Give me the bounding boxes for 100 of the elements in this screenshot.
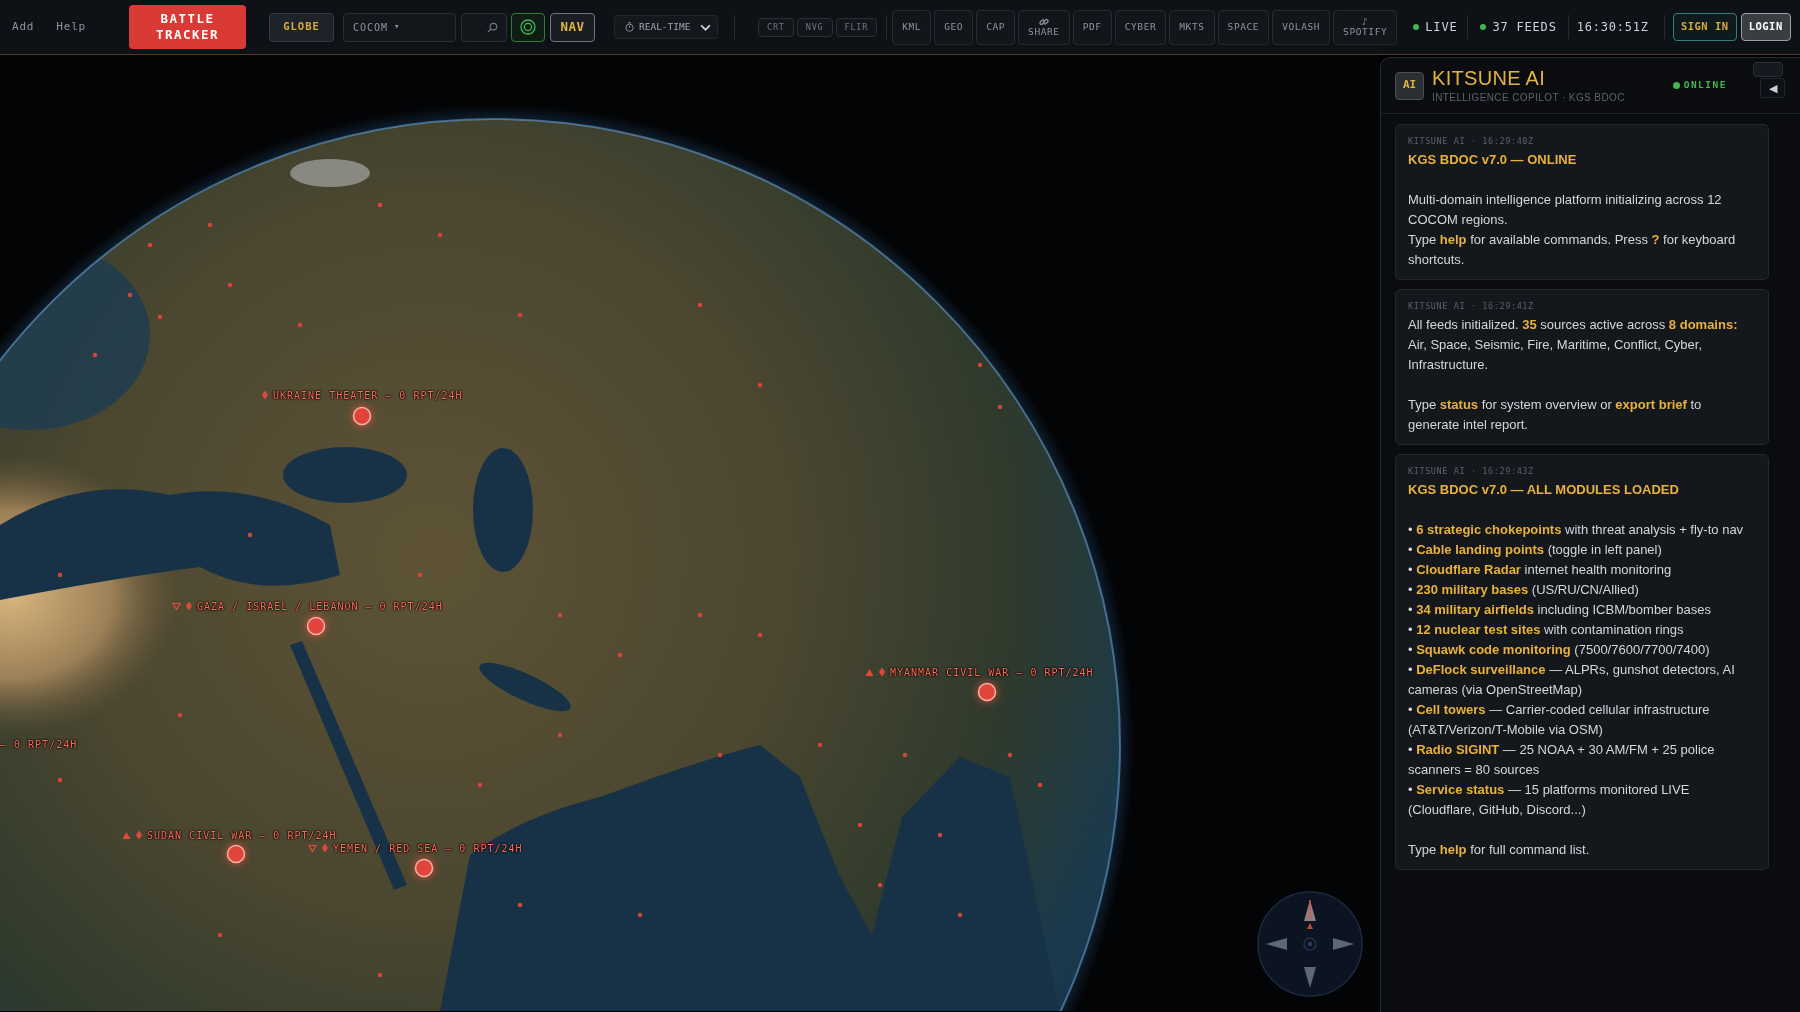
event-dot-icon <box>717 752 723 758</box>
tool-button[interactable]: CAP <box>976 9 1016 45</box>
panel-title: KITSUNE AI <box>1432 67 1547 89</box>
chevron-down-icon <box>700 23 711 31</box>
hotspot-label: YEMEN / RED SEA — 0 RPT/24H <box>333 842 523 854</box>
search-icon <box>487 21 498 33</box>
sign-in-button[interactable]: SIGN IN <box>1672 13 1737 41</box>
message-text: Type status for system overview or export brief to generate intel report. <box>1408 396 1703 434</box>
menu-link[interactable]: Add <box>12 18 35 36</box>
tool-button[interactable]: MKTS <box>1169 9 1215 45</box>
event-dot-icon <box>697 612 703 618</box>
tool-button[interactable]: PDF <box>1072 9 1112 45</box>
diamond-icon <box>186 601 192 611</box>
message-text: • Squawk code monitoring (7500/7600/7700/7400) <box>1408 641 1711 659</box>
search-field[interactable] <box>461 12 507 42</box>
event-dot-icon <box>477 782 483 788</box>
globe-view-button[interactable]: GLOBE <box>269 12 334 42</box>
event-dot-icon <box>557 732 563 738</box>
event-dot-icon <box>297 322 303 328</box>
triangle-down-icon <box>308 844 317 852</box>
hotspot-marker-icon[interactable] <box>352 406 372 426</box>
tool-button[interactable]: CYBER <box>1114 9 1167 45</box>
hotspot-label: GAZA / ISRAEL / LEBANON — 0 RPT/24H <box>197 600 443 612</box>
diamond-icon <box>322 843 328 853</box>
message-text: • Cloudflare Radar internet health monitoring <box>1408 561 1673 579</box>
filter-button[interactable]: CRT <box>758 17 794 37</box>
target-icon <box>520 19 536 35</box>
event-dot-icon <box>177 712 183 718</box>
hotspot-marker-icon[interactable] <box>306 616 326 636</box>
event-dot-icon <box>937 832 943 838</box>
message-title: KGS BDOC v7.0 — ONLINE <box>1408 151 1578 169</box>
message-text: • Cable landing points (toggle in left panel) <box>1408 541 1663 559</box>
event-dot-icon <box>877 882 883 888</box>
feeds-count-label: 37 FEEDS <box>1492 19 1557 36</box>
hotspot-marker-icon[interactable] <box>977 682 997 702</box>
event-dot-icon <box>817 742 823 748</box>
event-dot-icon <box>92 352 98 358</box>
live-status-label: LIVE <box>1425 19 1458 36</box>
tool-button[interactable]: VOLASH <box>1272 9 1331 45</box>
link-icon <box>1038 16 1049 27</box>
panel-subtitle: INTELLIGENCE COPILOT · KGS BDOC <box>1432 91 1625 104</box>
event-dot-icon <box>557 612 563 618</box>
event-dot-icon <box>957 912 963 918</box>
event-dot-icon <box>217 932 223 938</box>
event-dot-icon <box>697 302 703 308</box>
compass-icon[interactable] <box>1257 891 1363 997</box>
hotspot-marker-icon[interactable] <box>414 858 434 878</box>
event-dot-icon <box>247 532 253 538</box>
event-dot-icon <box>637 912 643 918</box>
message-text: • Radio SIGINT — 25 NOAA + 30 AM/FM + 25 police scanners = 80 sources <box>1408 741 1716 779</box>
tool-button[interactable]: GEO <box>934 9 974 45</box>
event-dot-icon <box>1007 752 1013 758</box>
diamond-icon <box>262 390 268 400</box>
diamond-icon <box>136 830 142 840</box>
message-text: • 34 military airfields including ICBM/bomber bases <box>1408 601 1712 619</box>
message-text: Type help for available commands. Press ? for keyboard shortcuts. <box>1408 231 1737 269</box>
event-dot-icon <box>57 572 63 578</box>
caret-icon: ▾ <box>394 20 401 34</box>
event-dot-icon <box>1037 782 1043 788</box>
message-meta: KITSUNE AI · 16:29:40Z <box>1408 135 1535 147</box>
hotspot-label: — 0 RPT/24H <box>0 738 78 750</box>
event-dot-icon <box>377 972 383 978</box>
hotspot-marker-icon[interactable] <box>226 844 246 864</box>
hotspot-label: UKRAINE THEATER — 0 RPT/24H <box>273 389 463 401</box>
message-text: Type help for full command list. <box>1408 841 1591 859</box>
triangle-up-icon <box>122 831 131 839</box>
message-text: • Cell towers — Carrier-coded cellular infrastructure (AT&T/Verizon/T-Mobile via OSM) <box>1408 701 1711 739</box>
message-text: • 230 military bases (US/RU/CN/Allied) <box>1408 581 1640 599</box>
cocom-select[interactable]: COCOM ▾ <box>343 12 456 42</box>
time-mode-select[interactable]: REAL-TIME <box>614 15 718 39</box>
radar-toggle-button[interactable] <box>511 12 545 42</box>
login-button[interactable]: LOGIN <box>1740 13 1791 41</box>
filter-button[interactable]: NVG <box>796 17 833 37</box>
message-text: • Service status — 15 platforms monitored LIVE (Cloudflare, GitHub, Discord...) <box>1408 781 1691 819</box>
event-dot-icon <box>997 404 1003 410</box>
hotspot-label: MYANMAR CIVIL WAR — 0 RPT/24H <box>890 666 1094 678</box>
message-text: Multi-domain intelligence platform initializing across 12 COCOM regions. <box>1408 191 1723 229</box>
event-dot-icon <box>207 222 213 228</box>
menu-link[interactable]: Help <box>56 18 86 36</box>
event-dot-icon <box>227 282 233 288</box>
tool-button[interactable]: SPACE <box>1217 9 1270 45</box>
stopwatch-icon <box>625 22 634 32</box>
music-note-icon: ♪ <box>1361 15 1369 28</box>
collapse-button[interactable]: ◀ <box>1760 78 1785 98</box>
event-dot-icon <box>617 652 623 658</box>
event-dot-icon <box>437 232 443 238</box>
tool-button[interactable]: ♪ SPOTIFY <box>1333 9 1398 45</box>
tool-button[interactable]: KML <box>892 9 932 45</box>
event-dot-icon <box>517 312 523 318</box>
clock-time: 16:30:51Z <box>1576 19 1649 36</box>
battle-tracker-button[interactable]: BATTLE TRACKER <box>129 5 246 49</box>
event-dot-icon <box>517 902 523 908</box>
filter-button[interactable]: FLIR <box>835 17 878 37</box>
ai-badge-icon: AI <box>1395 71 1424 100</box>
event-dot-icon <box>147 242 153 248</box>
tool-button[interactable]: SHARE <box>1018 9 1070 45</box>
nav-button[interactable]: NAV <box>550 12 595 42</box>
event-dot-icon <box>417 572 423 578</box>
event-dot-icon <box>857 822 863 828</box>
message-text: • 6 strategic chokepoints with threat analysis + fly-to nav <box>1408 521 1745 539</box>
